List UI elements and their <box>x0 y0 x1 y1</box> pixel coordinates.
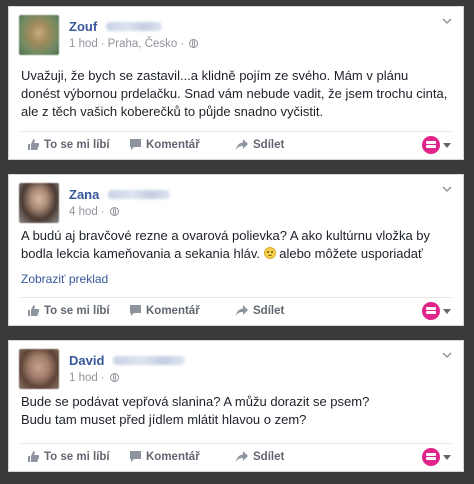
thumbs-up-icon <box>28 451 40 462</box>
share-button[interactable]: Sdílet <box>235 304 284 317</box>
globe-icon[interactable] <box>109 373 119 382</box>
author-row: David <box>69 352 185 370</box>
post-meta: 4 hod · <box>69 206 119 218</box>
post-card: Zouf 1 hod · Praha, Česko · Uvažuji, že byc… <box>8 6 464 160</box>
action-bar: To se mi líbí Komentář Sdílet <box>21 134 451 158</box>
author-row: Zana <box>69 186 170 204</box>
redacted-surname <box>112 356 185 366</box>
reaction-picker[interactable] <box>422 302 451 320</box>
reaction-picker-icon <box>422 448 440 466</box>
author-name[interactable]: Zana <box>69 187 99 202</box>
comment-icon <box>130 305 141 316</box>
caret-down-icon <box>443 142 451 148</box>
redacted-surname <box>105 22 162 32</box>
thumbs-up-icon <box>28 139 40 150</box>
post-text: Bude se podávat vepřová slanina? A můžu … <box>21 393 451 429</box>
divider <box>21 131 451 132</box>
comment-button[interactable]: Komentář <box>129 450 200 463</box>
share-arrow-icon <box>236 305 248 316</box>
caret-down-icon <box>443 454 451 460</box>
post-text-line: Uvažuji, že bych se zastavil...a klidně … <box>21 68 409 83</box>
reaction-picker-icon <box>422 136 440 154</box>
location[interactable]: Praha, Česko <box>108 38 178 50</box>
caret-down-icon <box>443 308 451 314</box>
like-label: To se mi líbí <box>44 451 110 463</box>
like-label: To se mi líbí <box>44 305 110 317</box>
divider <box>21 297 451 298</box>
like-label: To se mi líbí <box>44 139 110 151</box>
comment-button[interactable]: Komentář <box>129 304 200 317</box>
reaction-picker[interactable] <box>422 448 451 466</box>
timestamp[interactable]: 1 hod <box>69 372 98 384</box>
post-text-line: Budu tam muset před jídlem mlátit hlavou… <box>21 412 307 427</box>
reaction-picker[interactable] <box>422 136 451 154</box>
share-label: Sdílet <box>253 139 285 151</box>
like-button[interactable]: To se mi líbí <box>27 304 110 317</box>
post-text-segment: bodla lekcia kameňovania a sekania hláv. <box>21 246 260 261</box>
post-text: Uvažuji, že bych se zastavil...a klidně … <box>21 67 451 121</box>
post-meta: 1 hod · Praha, Česko · <box>69 38 199 50</box>
globe-icon[interactable] <box>109 207 119 216</box>
avatar[interactable] <box>19 15 59 55</box>
post-card: David 1 hod · Bude se podávat vepřová sla… <box>8 340 464 472</box>
post-text-line: bodla lekcia kameňovania a sekania hláv.… <box>21 245 451 263</box>
share-label: Sdílet <box>253 451 285 463</box>
globe-icon[interactable] <box>189 39 199 48</box>
post-text-line: Bude se podávat vepřová slanina? A můžu … <box>21 394 370 409</box>
post-text-line: ale z těch vašich koberečků to půjde sna… <box>21 104 324 119</box>
post-meta: 1 hod · <box>69 372 119 384</box>
comment-label: Komentář <box>146 305 200 317</box>
comment-button[interactable]: Komentář <box>129 138 200 151</box>
author-name[interactable]: Zouf <box>69 19 97 34</box>
author-name[interactable]: David <box>69 353 104 368</box>
action-bar: To se mi líbí Komentář Sdílet <box>21 446 451 470</box>
reaction-picker-icon <box>422 302 440 320</box>
thumbs-up-icon <box>28 305 40 316</box>
share-arrow-icon <box>236 139 248 150</box>
smiley-emoji-icon <box>263 247 276 259</box>
comment-icon <box>130 139 141 150</box>
post-card: Zana 4 hod · A budú aj bravčové rezne a o… <box>8 174 464 326</box>
like-button[interactable]: To se mi líbí <box>27 450 110 463</box>
avatar[interactable] <box>19 349 59 389</box>
post-text: A budú aj bravčové rezne a ovarová polie… <box>21 227 451 263</box>
share-button[interactable]: Sdílet <box>235 450 284 463</box>
comment-icon <box>130 451 141 462</box>
chevron-down-icon[interactable] <box>441 15 453 27</box>
share-label: Sdílet <box>253 305 285 317</box>
timestamp[interactable]: 4 hod <box>69 206 98 218</box>
post-text-segment: alebo môžete usporiadať <box>279 246 423 261</box>
timestamp[interactable]: 1 hod <box>69 38 98 50</box>
share-button[interactable]: Sdílet <box>235 138 284 151</box>
like-button[interactable]: To se mi líbí <box>27 138 110 151</box>
comment-label: Komentář <box>146 451 200 463</box>
see-translation-link[interactable]: Zobraziť preklad <box>21 272 108 286</box>
author-row: Zouf <box>69 18 162 36</box>
post-text-line: donést výbornou prdelačku. Snad vám nebu… <box>21 86 448 101</box>
divider <box>21 443 451 444</box>
comment-label: Komentář <box>146 139 200 151</box>
chevron-down-icon[interactable] <box>441 183 453 195</box>
chevron-down-icon[interactable] <box>441 349 453 361</box>
share-arrow-icon <box>236 451 248 462</box>
avatar[interactable] <box>19 183 59 223</box>
post-text-line: A budú aj bravčové rezne a ovarová polie… <box>21 228 431 243</box>
action-bar: To se mi líbí Komentář Sdílet <box>21 300 451 324</box>
redacted-surname <box>107 190 170 200</box>
